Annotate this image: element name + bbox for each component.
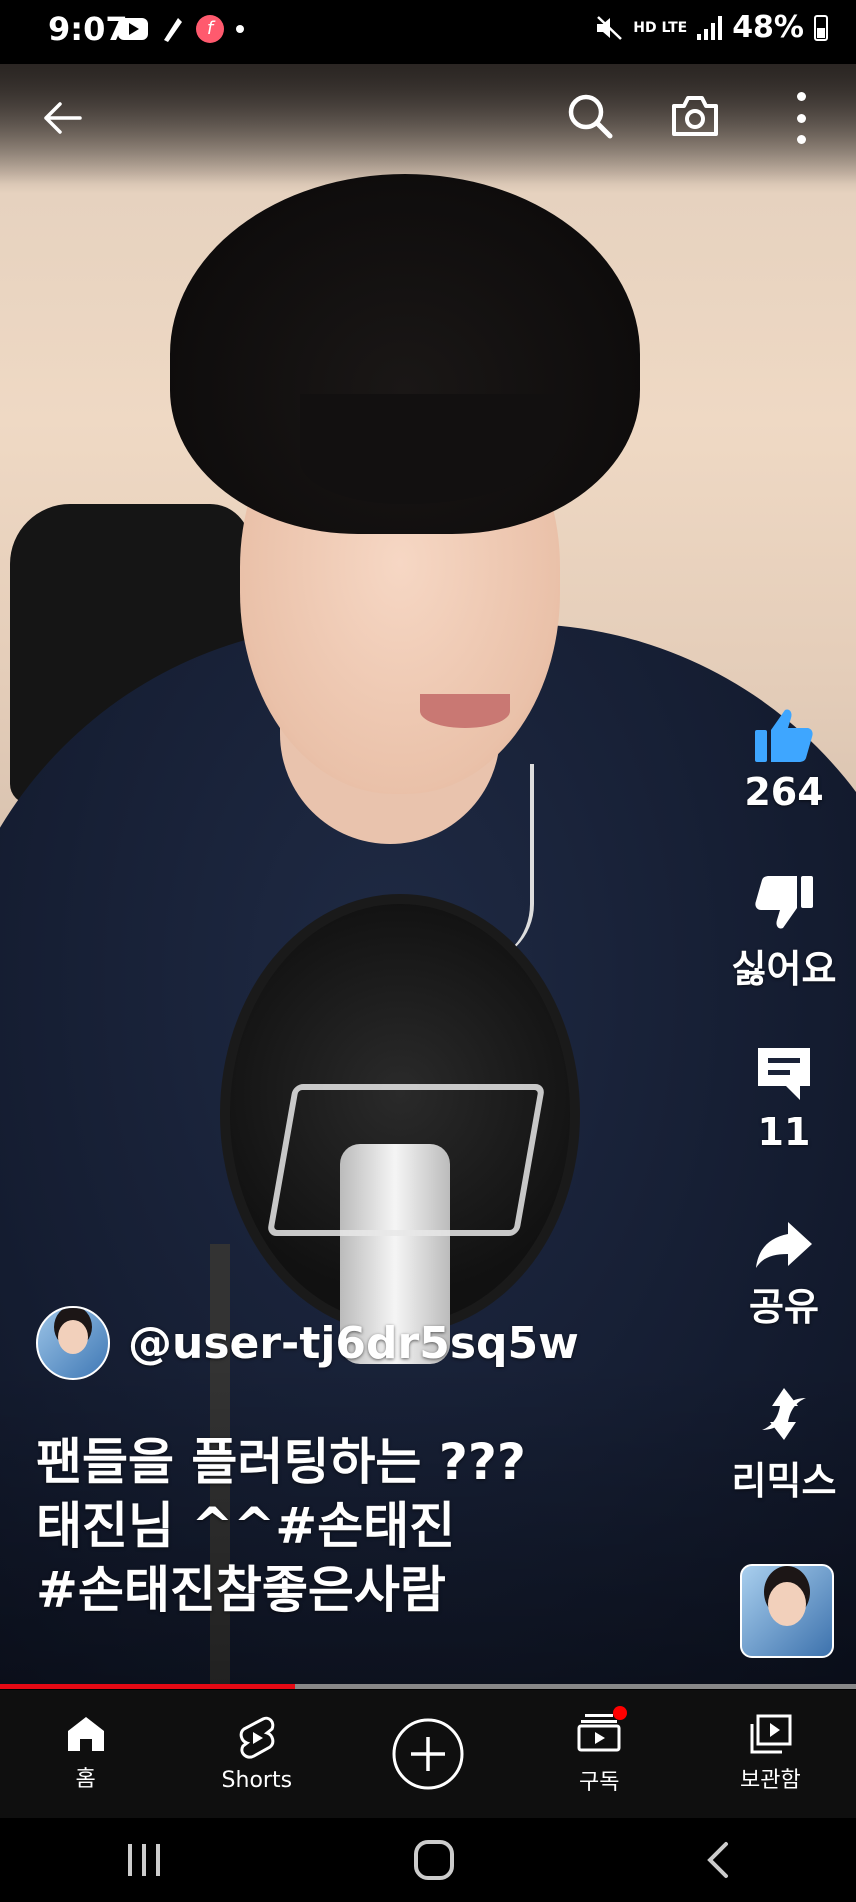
video-shock-mount (266, 1084, 546, 1236)
dislike-label: 싫어요 (731, 947, 837, 991)
share-button[interactable]: 공유 (724, 1218, 844, 1331)
system-nav-bar (0, 1818, 856, 1902)
comments-button[interactable]: 11 (724, 1044, 844, 1154)
status-time: 9:07 (48, 10, 128, 48)
notification-dot-icon (236, 25, 244, 33)
battery-percent: 48% (732, 10, 804, 45)
like-count: 264 (744, 770, 824, 814)
mute-icon (597, 15, 623, 40)
thumbs-down-icon (755, 876, 813, 929)
remix-button[interactable]: 리믹스 (724, 1384, 844, 1505)
signal-icon (697, 15, 723, 40)
dislike-button[interactable]: 싫어요 (724, 874, 844, 993)
nav-shorts-label: Shorts (221, 1767, 293, 1793)
nav-library[interactable]: 보관함 (685, 1690, 856, 1818)
home-icon (67, 1717, 104, 1751)
caption-line-1: 팬들을 플러팅하는 ??? (36, 1433, 526, 1491)
nav-shorts[interactable]: Shorts (171, 1690, 342, 1818)
library-icon (750, 1714, 792, 1754)
pen-icon (164, 18, 182, 42)
status-icons-left: f (118, 14, 244, 44)
sound-thumbnail[interactable] (740, 1564, 834, 1658)
nav-home[interactable]: 홈 (0, 1690, 171, 1818)
share-label: 공유 (749, 1285, 819, 1329)
home-button-icon[interactable] (413, 1839, 455, 1881)
status-icons-right: HD LTE 48% (595, 10, 828, 45)
battery-icon (814, 14, 828, 41)
caption-line-3: #손태진참좋은사람 (36, 1561, 446, 1619)
network-label: HD LTE (633, 19, 688, 36)
subscriptions-icon-wrap (577, 1706, 628, 1756)
youtube-icon (118, 18, 148, 40)
shorts-icon (239, 1716, 275, 1759)
bottom-nav: 홈 Shorts 구독 보관함 (0, 1690, 856, 1818)
camera-icon[interactable] (670, 92, 720, 140)
video-frame-top (0, 64, 856, 184)
share-icon (756, 1222, 812, 1268)
video-caption[interactable]: 팬들을 플러팅하는 ??? 태진님 ^^#손태진 #손태진참좋은사람 (36, 1430, 596, 1622)
nav-subscriptions[interactable]: 구독 (514, 1690, 685, 1818)
more-vert-icon[interactable] (786, 92, 816, 144)
channel-row[interactable]: @user-tj6dr5sq5w (36, 1306, 579, 1380)
subscriptions-badge-dot (613, 1706, 628, 1720)
like-button[interactable]: 264 (724, 706, 844, 814)
nav-subscriptions-label: 구독 (578, 1770, 620, 1795)
channel-avatar[interactable] (36, 1306, 110, 1380)
video-mouth (420, 694, 510, 728)
back-icon[interactable] (704, 1840, 732, 1880)
nav-create[interactable] (342, 1690, 513, 1818)
search-icon[interactable] (566, 92, 614, 140)
nav-library-label: 보관함 (740, 1768, 801, 1793)
create-plus-icon (392, 1718, 464, 1790)
f-app-icon: f (196, 15, 224, 43)
back-arrow-icon[interactable] (40, 96, 84, 140)
remix-icon (762, 1388, 806, 1440)
channel-name[interactable]: @user-tj6dr5sq5w (128, 1318, 579, 1369)
comment-count: 11 (757, 1110, 811, 1154)
recent-apps-icon[interactable] (124, 1842, 164, 1878)
caption-line-2: 태진님 ^^#손태진 (36, 1497, 456, 1555)
nav-home-label: 홈 (75, 1767, 96, 1792)
thumbs-up-icon (755, 709, 813, 762)
comment-icon (758, 1048, 810, 1100)
remix-label: 리믹스 (731, 1459, 837, 1503)
progress-fill (0, 1684, 296, 1689)
